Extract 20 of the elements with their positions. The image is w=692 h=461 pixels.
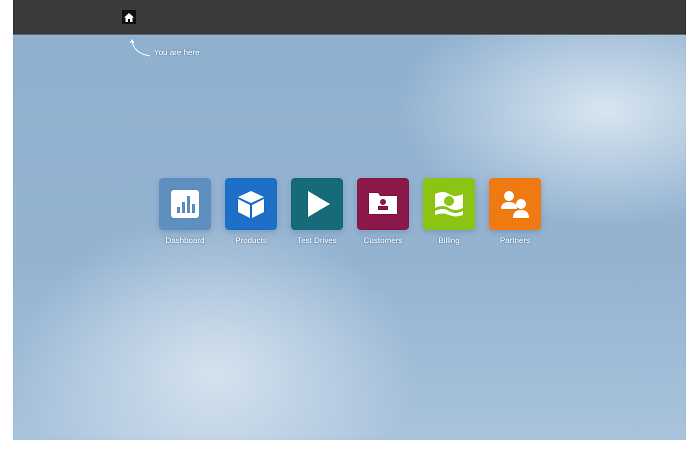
app-tile[interactable] <box>291 178 343 230</box>
app-tile[interactable] <box>225 178 277 230</box>
tile-label: Partners <box>500 236 530 245</box>
home-button[interactable] <box>122 10 136 24</box>
app-tile[interactable] <box>357 178 409 230</box>
banknote-icon <box>433 190 465 218</box>
tile-label: Customers <box>364 236 402 245</box>
cube-icon <box>236 189 266 219</box>
tile-label: Dashboard <box>165 236 205 245</box>
bar-chart-icon <box>170 189 200 219</box>
curved-arrow-icon <box>130 39 152 59</box>
app-tile[interactable] <box>489 178 541 230</box>
home-icon <box>124 12 134 22</box>
app-tile[interactable] <box>159 178 211 230</box>
hint-text: You are here <box>154 48 200 57</box>
app-tile[interactable] <box>423 178 475 230</box>
people-icon <box>499 189 531 219</box>
tile-label: Test Drives <box>297 236 337 245</box>
tile-label: Billing <box>438 236 460 245</box>
tile-label: Products <box>235 236 267 245</box>
